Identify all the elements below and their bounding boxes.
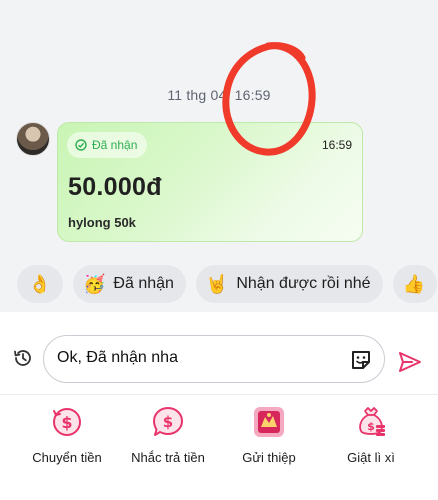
payment-reminder-icon: $ bbox=[153, 407, 183, 436]
send-card-button[interactable]: Gửi thiệp bbox=[219, 405, 319, 475]
party-face-emoji: 🥳 bbox=[83, 273, 106, 295]
svg-text:$: $ bbox=[163, 413, 173, 431]
rock-on-emoji: 🤘 bbox=[205, 273, 229, 295]
history-icon[interactable] bbox=[12, 347, 34, 369]
message-input[interactable]: Ok, Đã nhận nha bbox=[43, 335, 385, 383]
sticker-icon[interactable] bbox=[350, 349, 372, 371]
transfer-money-button[interactable]: $ Chuyển tiền bbox=[17, 405, 117, 475]
action-label: Chuyển tiền bbox=[32, 450, 102, 465]
action-label: Nhắc trả tiền bbox=[131, 450, 205, 465]
quick-reply-got-it[interactable]: 🤘 Nhận được rồi nhé bbox=[195, 265, 383, 303]
quick-reply-label: Nhận được rồi nhé bbox=[236, 275, 371, 292]
payment-reminder-button[interactable]: $ Nhắc trả tiền bbox=[118, 405, 218, 475]
svg-text:$: $ bbox=[61, 413, 72, 432]
quick-reply-bar: 👌 🥳 Đã nhận 🤘 Nhận được rồi nhé 👍 bbox=[17, 265, 438, 303]
svg-text:$: $ bbox=[367, 420, 375, 433]
received-icon bbox=[75, 139, 87, 151]
card-time: 16:59 bbox=[321, 138, 352, 152]
message-timestamp: 11 thg 04, 16:59 bbox=[167, 87, 271, 103]
status-badge: Đã nhận bbox=[67, 132, 148, 158]
quick-reply-ok[interactable]: 👌 bbox=[17, 265, 63, 303]
lucky-money-icon: $ bbox=[359, 407, 385, 436]
chat-area: 11 thg 04, 16:59 Đã nhận 16:59 50.000đ h… bbox=[0, 0, 438, 312]
avatar[interactable] bbox=[16, 122, 50, 156]
transfer-note: hylong 50k bbox=[68, 215, 136, 230]
message-input-value[interactable]: Ok, Đã nhận nha bbox=[57, 349, 178, 367]
lucky-money-button[interactable]: $ Giật lì xì bbox=[321, 405, 421, 475]
quick-reply-received[interactable]: 🥳 Đã nhận bbox=[73, 265, 186, 303]
transfer-card[interactable]: Đã nhận 16:59 50.000đ hylong 50k bbox=[57, 122, 363, 242]
quick-reply-label: Đã nhận bbox=[113, 275, 174, 292]
ok-hand-emoji: 👌 bbox=[28, 273, 52, 295]
thumbs-up-emoji: 👍 bbox=[402, 273, 425, 295]
quick-reply-thumbs-up[interactable]: 👍 bbox=[392, 265, 437, 303]
action-label: Gửi thiệp bbox=[242, 450, 296, 465]
send-icon[interactable] bbox=[398, 351, 422, 373]
action-bar: $ Chuyển tiền $ Nhắc trả tiền Gửi thiệp … bbox=[0, 395, 438, 500]
action-label: Giật lì xì bbox=[347, 450, 395, 465]
status-label: Đã nhận bbox=[92, 138, 138, 152]
greeting-card-icon bbox=[254, 407, 284, 437]
transfer-amount: 50.000đ bbox=[68, 173, 162, 201]
money-transfer-icon: $ bbox=[53, 408, 81, 436]
